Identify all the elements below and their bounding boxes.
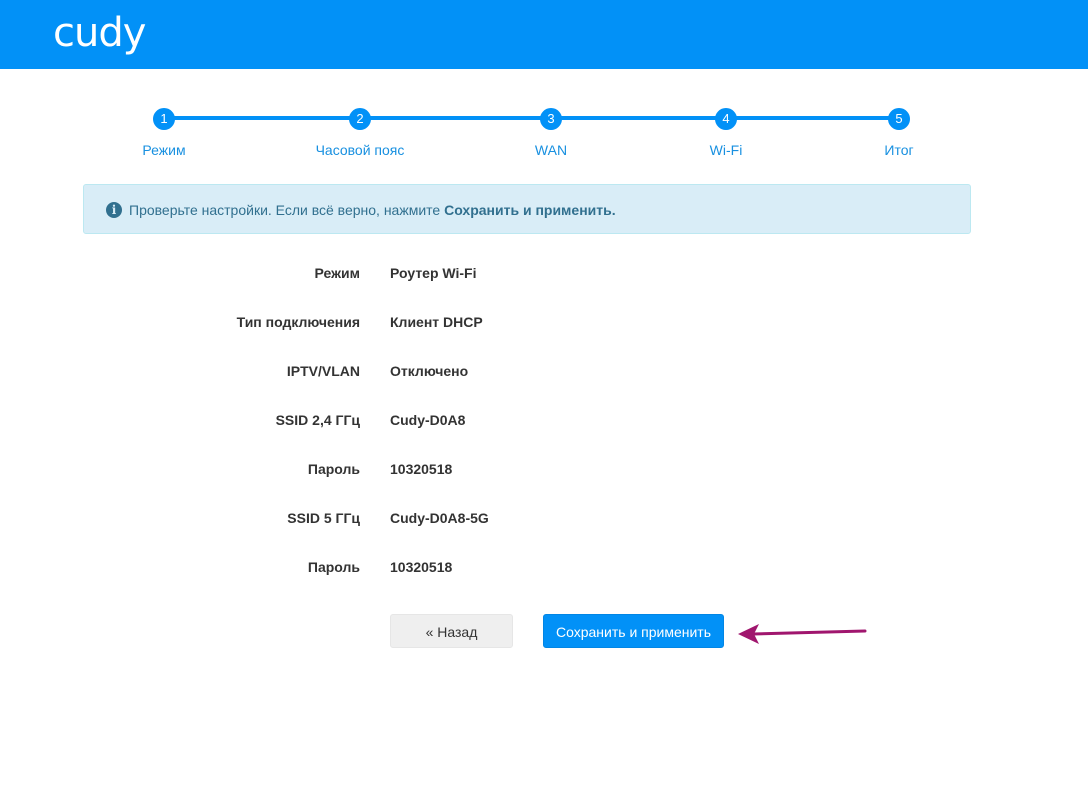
alert-message: Проверьте настройки. Если всё верно, наж…	[129, 202, 616, 219]
step-number-circle: 4	[715, 108, 737, 130]
step-mode: 1 Режим	[104, 108, 224, 158]
summary-row-ssid-5: SSID 5 ГГц Cudy-D0A8-5G	[0, 510, 1088, 530]
alert-text: Проверьте настройки. Если всё верно, наж…	[129, 202, 445, 218]
step-label: Итог	[884, 142, 914, 158]
step-timezone: 2 Часовой пояс	[300, 108, 420, 158]
row-value: Отключено	[390, 363, 469, 379]
step-number-circle: 5	[888, 108, 910, 130]
summary-row-password-24: Пароль 10320518	[0, 461, 1088, 481]
row-label: Пароль	[307, 559, 360, 575]
row-value: Клиент DHCP	[390, 314, 483, 330]
row-value: 10320518	[390, 559, 453, 575]
step-summary: 5 Итог	[839, 108, 959, 158]
step-label: Wi-Fi	[709, 142, 743, 158]
row-value: 10320518	[390, 461, 453, 477]
alert-emphasis: Сохранить и применить.	[444, 202, 616, 218]
summary-row-iptv: IPTV/VLAN Отключено	[0, 363, 1088, 383]
step-wan: 3 WAN	[491, 108, 611, 158]
step-number-circle: 3	[540, 108, 562, 130]
summary-row-ssid-24: SSID 2,4 ГГц Cudy-D0A8	[0, 412, 1088, 432]
annotation-arrow-icon	[738, 624, 867, 644]
row-value: Cudy-D0A8-5G	[390, 510, 489, 526]
step-number-circle: 2	[349, 108, 371, 130]
row-label: IPTV/VLAN	[286, 363, 360, 379]
back-button[interactable]: « Назад	[390, 614, 513, 648]
step-wifi: 4 Wi-Fi	[666, 108, 786, 158]
row-value: Роутер Wi-Fi	[390, 265, 477, 281]
row-value: Cudy-D0A8	[390, 412, 466, 428]
step-label: WAN	[534, 142, 568, 158]
step-label: Часовой пояс	[315, 142, 405, 158]
row-label: Тип подключения	[236, 314, 360, 330]
summary-row-password-5: Пароль 10320518	[0, 559, 1088, 579]
setup-wizard-stepper: 1 Режим 2 Часовой пояс 3 WAN 4 Wi-Fi 5 И…	[0, 0, 1088, 170]
summary-row-connection-type: Тип подключения Клиент DHCP	[0, 314, 1088, 334]
step-number-circle: 1	[153, 108, 175, 130]
info-alert: i Проверьте настройки. Если всё верно, н…	[83, 184, 971, 234]
step-label: Режим	[142, 142, 186, 158]
row-label: SSID 2,4 ГГц	[275, 412, 360, 428]
row-label: Пароль	[307, 461, 360, 477]
row-label: Режим	[314, 265, 360, 281]
summary-row-mode: Режим Роутер Wi-Fi	[0, 265, 1088, 285]
info-icon: i	[106, 202, 122, 218]
row-label: SSID 5 ГГц	[287, 510, 360, 526]
save-and-apply-button[interactable]: Сохранить и применить	[543, 614, 724, 648]
